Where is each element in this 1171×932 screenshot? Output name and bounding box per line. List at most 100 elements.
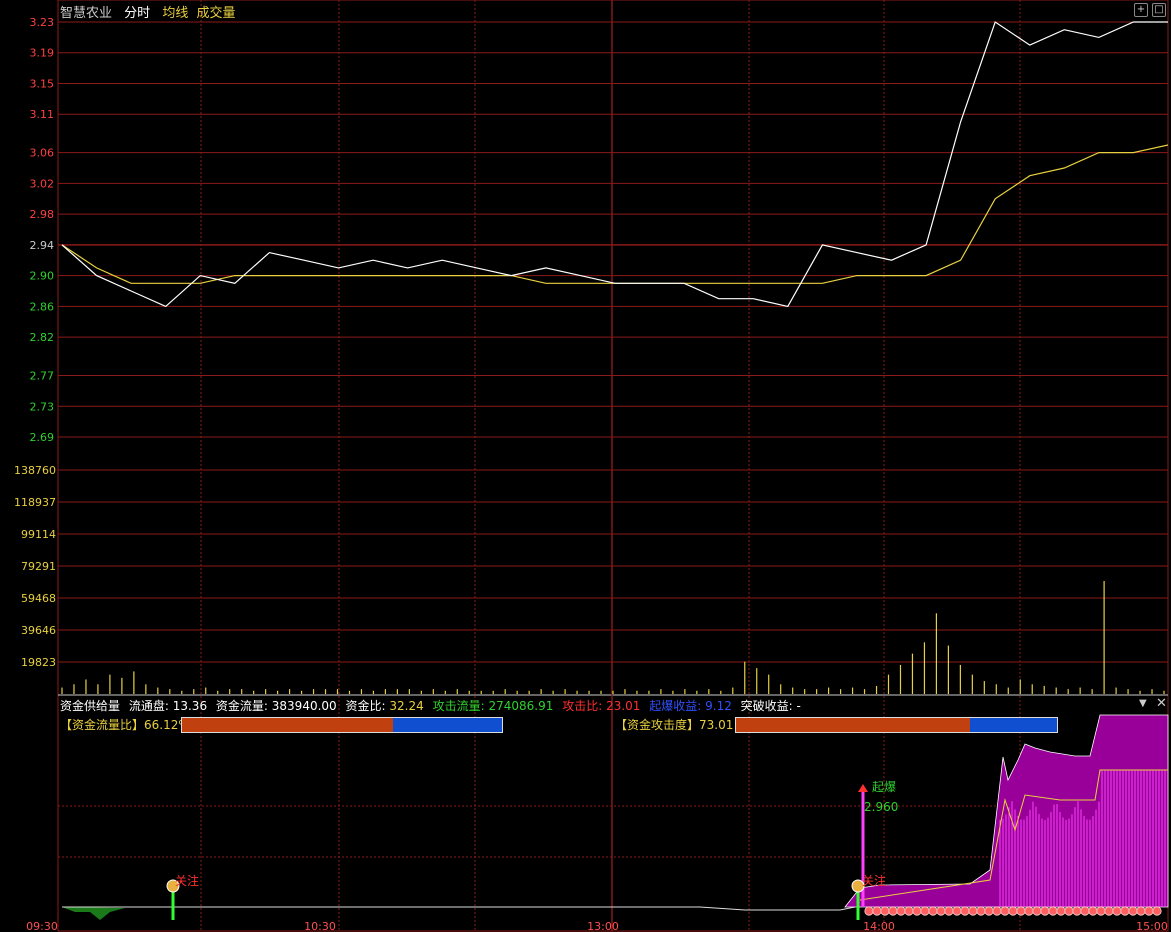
watch-signal-2: 关注 bbox=[862, 874, 887, 888]
signal-ball-icon bbox=[984, 906, 994, 916]
chart-canvas[interactable]: 3.23 3.19 3.15 3.11 3.06 3.02 2.98 2.94 2.90 2.86… bbox=[0, 0, 1171, 932]
signal-ball-icon bbox=[1152, 906, 1162, 916]
price-tick-label: 2.77 bbox=[30, 370, 55, 383]
signal-ball-icon bbox=[1008, 906, 1018, 916]
burst-value: 9.12 bbox=[705, 699, 732, 713]
signal-ball-icon bbox=[1096, 906, 1106, 916]
watch-signal-1: 关注 bbox=[175, 874, 200, 888]
signal-ball-icon bbox=[1016, 906, 1026, 916]
signal-ball-icon bbox=[968, 906, 978, 916]
signal-ball-icon bbox=[864, 906, 874, 916]
float-value: 13.36 bbox=[172, 699, 208, 713]
tab-avg-line[interactable]: 均线 bbox=[162, 6, 188, 21]
attack-ratio-value: 23.01 bbox=[606, 699, 641, 713]
price-tick-label: 3.19 bbox=[30, 47, 55, 60]
add-icon[interactable]: + bbox=[1134, 3, 1148, 17]
ratio-label: 资金比: bbox=[345, 699, 386, 713]
volume-tick-label: 59468 bbox=[21, 592, 56, 605]
signal-ball-icon bbox=[1104, 906, 1114, 916]
price-tick-label: 3.06 bbox=[30, 147, 55, 160]
signal-ball-icon bbox=[880, 906, 890, 916]
attack-flow-label: 攻击流量: bbox=[432, 699, 485, 713]
signal-ball-icon bbox=[872, 906, 882, 916]
signal-ball-icon bbox=[1112, 906, 1122, 916]
price-tick-label: 2.90 bbox=[30, 270, 55, 283]
volume-tick-label: 79291 bbox=[21, 560, 56, 573]
volume-tick-label: 39646 bbox=[21, 624, 56, 637]
signal-ball-icon bbox=[1056, 906, 1066, 916]
flow-pct-bar-fill bbox=[182, 718, 394, 732]
signal-ball-icon bbox=[1136, 906, 1146, 916]
signal-ball-icon bbox=[1000, 906, 1010, 916]
time-axis-label: 09:30 bbox=[26, 920, 58, 932]
chart-header: 智慧农业 分时 均线 成交量 bbox=[60, 2, 243, 21]
price-tick-label: 2.82 bbox=[30, 331, 55, 344]
price-tick-label: 2.73 bbox=[30, 400, 55, 413]
signal-ball-icon bbox=[1048, 906, 1058, 916]
signal-ball-icon bbox=[952, 906, 962, 916]
volume-tick-label: 99114 bbox=[21, 528, 56, 541]
signal-ball-icon bbox=[912, 906, 922, 916]
attack-pct-bar bbox=[735, 717, 1058, 733]
signal-ball-icon bbox=[904, 906, 914, 916]
ratio-value: 32.24 bbox=[389, 699, 424, 713]
close-icon[interactable]: ✕ bbox=[1156, 696, 1167, 711]
flow-value: 383940.00 bbox=[271, 699, 337, 713]
signal-ball-icon bbox=[936, 906, 946, 916]
signal-ball-icon bbox=[1120, 906, 1130, 916]
indicator-base-line bbox=[62, 906, 856, 911]
burst-arrow-icon bbox=[858, 784, 868, 792]
price-tick-label: 3.15 bbox=[30, 77, 55, 90]
flow-pct-bar bbox=[181, 717, 503, 733]
float-label: 流通盘: bbox=[128, 699, 169, 713]
price-tick-label: 3.11 bbox=[30, 108, 55, 121]
burst-signal-label: 起爆 bbox=[872, 780, 897, 794]
price-line bbox=[61, 21, 1168, 308]
attack-flow-value: 274086.91 bbox=[488, 699, 554, 713]
time-axis-label: 10:30 bbox=[304, 920, 336, 932]
indicator-header: 资金供给量 流通盘: 13.36 资金流量: 383940.00 资金比: 32… bbox=[60, 697, 806, 714]
price-tick-label: 3.23 bbox=[30, 16, 55, 29]
signal-ball-icon bbox=[896, 906, 906, 916]
signal-ball-icon bbox=[1128, 906, 1138, 916]
signal-ball-icon bbox=[888, 906, 898, 916]
dropdown-icon[interactable]: ▼ bbox=[1139, 698, 1147, 709]
signal-ball-icon bbox=[920, 906, 930, 916]
price-tick-label: 2.69 bbox=[30, 431, 55, 444]
tab-volume[interactable]: 成交量 bbox=[196, 6, 235, 21]
price-tick-label: 2.86 bbox=[30, 300, 55, 313]
signal-ball-icon bbox=[1144, 906, 1154, 916]
signal-ball-icon bbox=[976, 906, 986, 916]
signal-ball-icon bbox=[944, 906, 954, 916]
signal-ball-icon bbox=[992, 906, 1002, 916]
signal-ball-icon bbox=[960, 906, 970, 916]
intraday-chart-window[interactable]: 3.23 3.19 3.15 3.11 3.06 3.02 2.98 2.94 2.90 2.86… bbox=[0, 0, 1171, 932]
indicator-negative-area bbox=[62, 907, 125, 920]
tab-intraday[interactable]: 分时 bbox=[124, 6, 150, 21]
time-axis-label: 14:00 bbox=[863, 920, 895, 932]
signal-ball-icon bbox=[1064, 906, 1074, 916]
attack-pct-bar-fill bbox=[736, 718, 971, 732]
volume-tick-label: 138760 bbox=[14, 464, 56, 477]
time-axis-label: 15:00 bbox=[1136, 920, 1168, 932]
volume-tick-label: 19823 bbox=[21, 656, 56, 669]
price-tick-label: 2.94 bbox=[30, 239, 55, 252]
signal-ball-icon bbox=[1032, 906, 1042, 916]
break-value: - bbox=[796, 699, 801, 713]
signal-ball-icon bbox=[1024, 906, 1034, 916]
stock-name: 智慧农业 bbox=[60, 6, 113, 21]
signal-ball-icon bbox=[928, 906, 938, 916]
signal-ball-icon bbox=[1080, 906, 1090, 916]
price-tick-label: 3.02 bbox=[30, 177, 55, 190]
burst-label: 起爆收益: bbox=[649, 699, 702, 713]
signal-ball-icon bbox=[1088, 906, 1098, 916]
flow-label: 资金流量: bbox=[215, 699, 268, 713]
time-axis-label: 13:00 bbox=[587, 920, 619, 932]
indicator-name[interactable]: 资金供给量 bbox=[60, 699, 120, 713]
maximize-icon[interactable]: □ bbox=[1152, 3, 1166, 17]
volume-tick-label: 118937 bbox=[14, 496, 56, 509]
break-label: 突破收益: bbox=[740, 699, 793, 713]
burst-signal-price: 2.960 bbox=[864, 800, 899, 814]
attack-ratio-label: 攻击比: bbox=[562, 699, 603, 713]
signal-ball-icon bbox=[1040, 906, 1050, 916]
